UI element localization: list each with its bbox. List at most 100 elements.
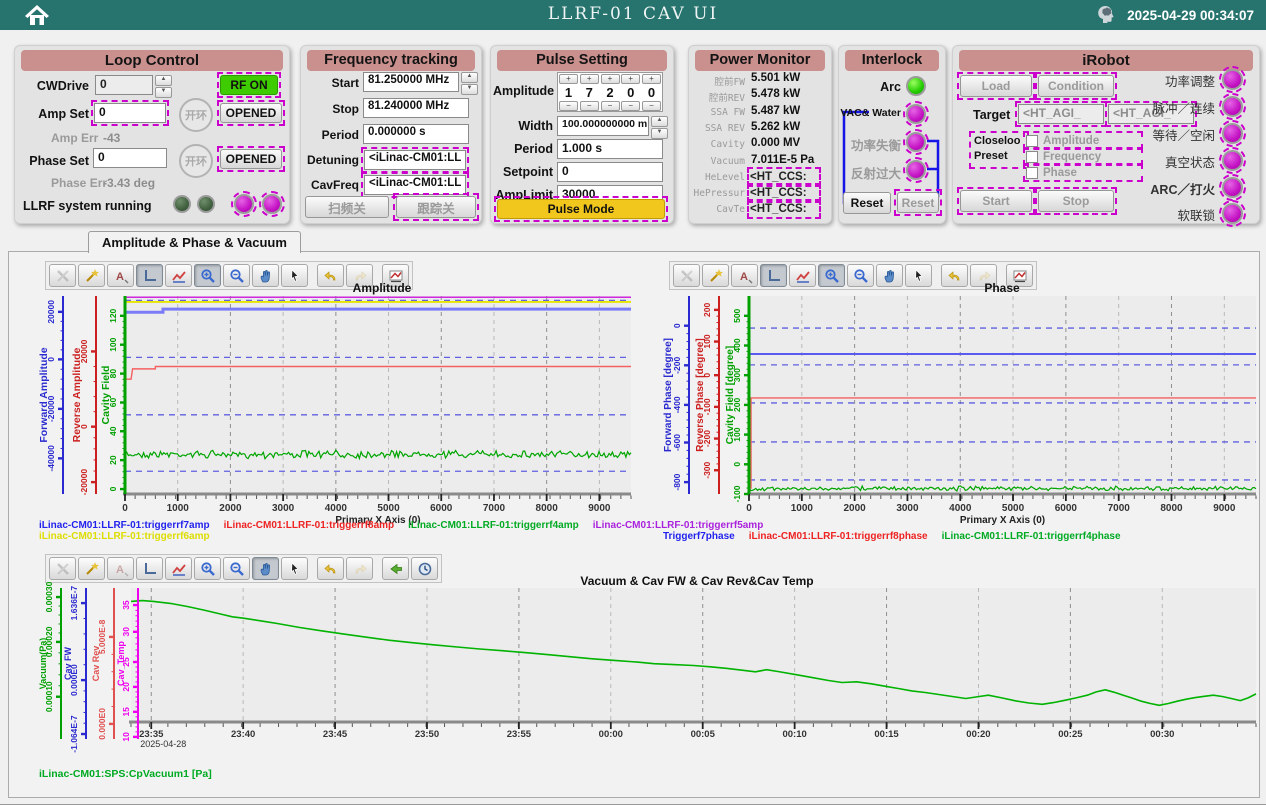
svg-text:3000: 3000 <box>272 503 295 514</box>
target-value-1: <HT_AGI_ <box>1018 104 1104 124</box>
phase-set-input[interactable]: 0 <box>93 148 167 168</box>
pulse-setting-panel: Pulse Setting Amplitude +1−+7−+2−+0−+0− … <box>490 45 674 224</box>
phase-opened-button[interactable]: OPENED <box>220 149 282 169</box>
pulse-row-stepper[interactable]: ▲▼ <box>651 116 668 139</box>
freq-row-value[interactable]: <iLinac-CM01:LL <box>364 150 466 170</box>
digit-decrement-button[interactable]: − <box>642 101 661 111</box>
vacuum-chart[interactable]: Vacuum & Cav FW & Cav Rev&Cav Temp23:352… <box>37 576 1263 762</box>
irobot-status-label: 功率调整 <box>1113 71 1215 90</box>
amp-open-loop-button[interactable]: 开环 <box>179 98 213 132</box>
stop-button[interactable]: Stop <box>1038 190 1114 212</box>
clock-icon <box>417 561 433 577</box>
track-off-button[interactable]: 跟踪关 <box>396 196 476 218</box>
digit-value: 7 <box>586 85 593 100</box>
digit-column: +0− <box>621 74 640 110</box>
phase-open-loop-button[interactable]: 开环 <box>179 144 213 178</box>
pulse-row-value[interactable]: 1.000 s <box>557 139 663 159</box>
freq-row-label: CavFreq <box>303 178 359 192</box>
digit-increment-button[interactable]: + <box>580 74 599 84</box>
pm-row-label: 腔前REV <box>689 90 745 104</box>
pulse-row-label: Width <box>493 119 553 133</box>
interlock-row-label: VAC& Water <box>839 107 901 119</box>
svg-text:Reverse Amplitude: Reverse Amplitude <box>71 347 83 442</box>
cwdrive-stepper[interactable]: ▲▼ <box>155 75 172 98</box>
condition-button[interactable]: Condition <box>1038 75 1114 97</box>
svg-text:Primary X Axis (0): Primary X Axis (0) <box>960 515 1045 526</box>
legend-entry: iLinac-CM01:SPS:CpVacuum1 [Pa] <box>39 768 212 780</box>
interlock-row-label: 功率失衡 <box>839 135 901 154</box>
step-up-icon[interactable]: ▲ <box>651 116 668 127</box>
pulse-row-value[interactable]: 0 <box>557 162 663 182</box>
svg-text:00:30: 00:30 <box>1150 729 1174 740</box>
svg-text:1000: 1000 <box>167 503 190 514</box>
amplitude-chart[interactable]: Amplitude0100020003000400050006000700080… <box>37 282 647 528</box>
digit-decrement-button[interactable]: − <box>601 101 620 111</box>
amp-set-frame: 0 <box>91 100 169 126</box>
amplitude-digit-spinner[interactable]: +1−+7−+2−+0−+0− <box>557 72 663 112</box>
pm-row-label: Vacuum <box>689 156 745 167</box>
start-frame: Start <box>957 187 1035 215</box>
irobot-status-led-frame <box>1219 174 1246 201</box>
status-led-4-frame <box>259 191 285 217</box>
step-up-icon[interactable]: ▲ <box>461 72 478 83</box>
freq-row-value[interactable]: 0.000000 s <box>363 124 469 144</box>
svg-text:-20000: -20000 <box>79 469 89 496</box>
rf-on-button[interactable]: RF ON <box>220 75 278 95</box>
tools-icon <box>55 561 71 577</box>
crosshair-icon <box>142 561 158 577</box>
step-up-icon[interactable]: ▲ <box>155 75 172 86</box>
step-down-icon[interactable]: ▼ <box>155 87 172 98</box>
digit-increment-button[interactable]: + <box>642 74 661 84</box>
pulse-mode-button[interactable]: Pulse Mode <box>497 199 665 219</box>
checkbox[interactable] <box>1026 151 1038 163</box>
amp-set-input[interactable]: 0 <box>94 103 166 123</box>
irobot-status-label: 脉冲／连续 <box>1113 98 1215 117</box>
digit-decrement-button[interactable]: − <box>580 101 599 111</box>
reset-button-2[interactable]: Reset <box>897 192 939 213</box>
status-led-1 <box>173 195 191 213</box>
freq-row-value[interactable]: <iLinac-CM01:LL <box>364 175 466 195</box>
start-button[interactable]: Start <box>960 190 1032 212</box>
phase-chart[interactable]: Phase01000200030004000500060007000800090… <box>661 282 1261 528</box>
cwdrive-input[interactable]: 0 <box>95 75 153 95</box>
condition-frame: Condition <box>1035 72 1117 100</box>
digit-decrement-button[interactable]: − <box>621 101 640 111</box>
panel-title: Power Monitor <box>695 50 825 71</box>
digit-increment-button[interactable]: + <box>621 74 640 84</box>
amplitude-legend-row-2: iLinac-CM01:LLRF-01:triggerrf6amp <box>39 531 224 542</box>
checkbox[interactable] <box>1026 167 1038 179</box>
labela-icon: A <box>113 561 129 577</box>
digit-increment-button[interactable]: + <box>601 74 620 84</box>
legend-entry: iLinac-CM01:LLRF-01:triggerrf6amp <box>39 531 210 542</box>
sweep-off-button[interactable]: 扫频关 <box>305 196 389 218</box>
load-button[interactable]: Load <box>960 75 1032 97</box>
reset-button[interactable]: Reset <box>843 192 891 214</box>
digit-value: 0 <box>648 85 655 100</box>
step-down-icon[interactable]: ▼ <box>461 84 478 95</box>
ai-brain-icon[interactable] <box>1094 1 1118 30</box>
svg-text:6000: 6000 <box>1055 503 1078 514</box>
step-down-icon[interactable]: ▼ <box>651 128 668 139</box>
amp-err-value: -43 <box>103 131 120 145</box>
digit-decrement-button[interactable]: − <box>559 101 578 111</box>
checkbox[interactable] <box>1026 135 1038 147</box>
svg-text:200: 200 <box>702 302 712 316</box>
freq-row-stepper[interactable]: ▲▼ <box>461 72 478 95</box>
digit-increment-button[interactable]: + <box>559 74 578 84</box>
irobot-status-label: 真空状态 <box>1113 152 1215 171</box>
svg-text:Vacuum(Pa): Vacuum(Pa) <box>38 638 48 690</box>
pm-row-value: 5.487 kW <box>751 105 800 117</box>
svg-text:00:00: 00:00 <box>599 729 623 740</box>
tab-amplitude-phase-vacuum[interactable]: Amplitude & Phase & Vacuum <box>88 231 301 253</box>
svg-text:A: A <box>116 271 124 283</box>
phase-err-value: -3.43 deg <box>103 176 155 190</box>
phase-set-label: Phase Set <box>19 154 89 168</box>
freq-row-value[interactable]: 81.240000 MHz <box>363 98 469 118</box>
pulse-row-label: Setpoint <box>493 165 553 179</box>
pulse-row-value[interactable]: 100.000000000 m <box>557 116 649 136</box>
freq-row-label: Period <box>303 128 359 142</box>
amp-opened-button[interactable]: OPENED <box>220 103 282 123</box>
power-monitor-panel: Power Monitor 腔前FW5.501 kW腔前REV5.478 kWS… <box>688 45 832 224</box>
svg-text:00:05: 00:05 <box>691 729 716 740</box>
freq-row-value[interactable]: 81.250000 MHz <box>363 72 459 92</box>
